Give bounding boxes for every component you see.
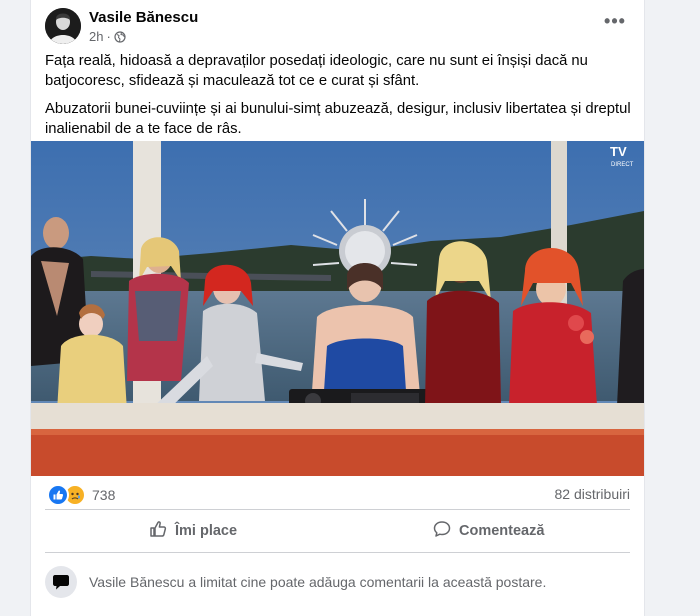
like-label: Îmi place [175, 523, 238, 539]
avatar[interactable] [45, 8, 81, 44]
more-options-button[interactable]: ••• [599, 12, 631, 36]
share-count[interactable]: 82 distribuiri [555, 486, 630, 502]
comment-button[interactable]: Comentează [433, 516, 544, 546]
background-right [643, 0, 700, 616]
comment-icon [433, 520, 451, 542]
post-paragraph-1: Fața reală, hidoasă a depravaților posed… [45, 53, 588, 89]
watermark-direct: DIRECT [611, 162, 634, 168]
background-left [0, 0, 30, 616]
post-time[interactable]: 2h [89, 29, 103, 44]
post-card: Vasile Bănescu 2h · ••• Fața reală, hido… [30, 0, 645, 616]
watermark-tv: TV [610, 144, 627, 159]
comment-limit-notice: Vasile Bănescu a limitat cine poate adău… [45, 565, 630, 599]
author-name[interactable]: Vasile Bănescu [89, 9, 198, 26]
globe-icon [114, 30, 126, 43]
speech-bubble-icon [45, 566, 77, 598]
reaction-count: 738 [92, 487, 116, 503]
comment-label: Comentează [459, 523, 545, 539]
more-icon: ••• [604, 11, 626, 31]
reactions-summary[interactable]: 738 [47, 484, 115, 506]
post-meta: 2h · [89, 29, 126, 44]
post-text: Fața reală, hidoasă a depravaților posed… [45, 51, 635, 147]
divider-bottom [45, 552, 630, 553]
meta-separator: · [106, 29, 111, 44]
divider-top [45, 509, 630, 510]
post-photo[interactable]: TV DIRECT [31, 141, 644, 476]
thumbs-up-icon [149, 520, 167, 542]
like-reaction-icon [47, 484, 69, 506]
post-paragraph-2: Abuzatorii bunei-cuviințe și ai bunului-… [45, 101, 631, 137]
photo-scene: TV DIRECT [31, 141, 644, 476]
notice-text: Vasile Bănescu a limitat cine poate adău… [89, 574, 547, 590]
like-button[interactable]: Îmi place [149, 516, 237, 546]
